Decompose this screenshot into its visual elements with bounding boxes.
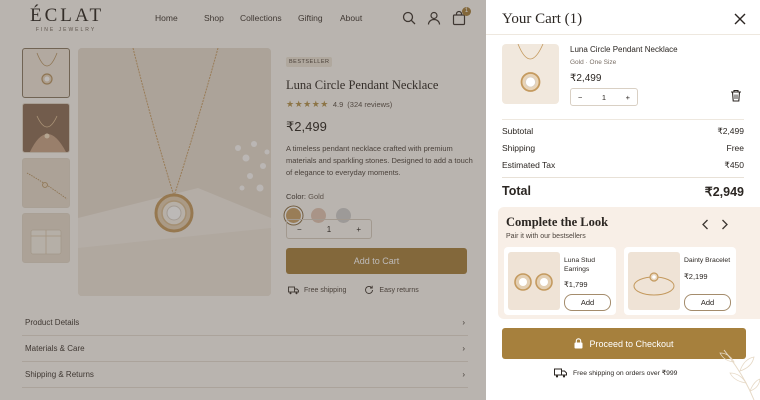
add-earrings-button[interactable]: Add xyxy=(564,294,611,311)
shipping-label: Shipping xyxy=(502,143,536,153)
quantity-value: 1 xyxy=(601,92,607,102)
divider xyxy=(502,177,744,178)
bracelet-image xyxy=(628,252,680,310)
cart-title: Your Cart (1) xyxy=(502,11,583,27)
leaf-decoration-icon xyxy=(719,349,760,400)
proceed-to-checkout-button[interactable]: Proceed to Checkout xyxy=(502,328,746,359)
total-row: Total ₹2,949 xyxy=(502,184,744,199)
increase-quantity-button[interactable]: + xyxy=(626,93,630,102)
recommendation-price: ₹1,799 xyxy=(564,280,588,289)
tax-label: Estimated Tax xyxy=(502,160,556,170)
free-shipping-note: Free shipping on orders over ₹999 xyxy=(554,368,677,378)
recommendation-card[interactable]: Dainty Bracelet ₹2,199 Add xyxy=(624,247,736,315)
total-value: ₹2,949 xyxy=(704,185,744,199)
recommendation-price: ₹2,199 xyxy=(684,272,708,281)
checkout-label: Proceed to Checkout xyxy=(589,338,674,349)
subtotal-value: ₹2,499 xyxy=(717,126,744,136)
cart-item-variant: Gold · One Size xyxy=(570,59,616,66)
free-shipping-text: Free shipping on orders over ₹999 xyxy=(573,370,678,377)
variant-size: One Size xyxy=(589,59,617,66)
complete-the-look-panel: Complete the Look Pair it with our bests… xyxy=(498,207,760,319)
truck-icon xyxy=(554,368,567,378)
cart-drawer: Your Cart (1) Luna Circle Pendant Neckla… xyxy=(486,0,760,400)
total-label: Total xyxy=(502,184,531,198)
shipping-value: Free xyxy=(726,143,744,153)
cart-item-image xyxy=(502,44,559,104)
lock-icon xyxy=(574,338,583,349)
recommendation-name: Dainty Bracelet xyxy=(684,257,731,264)
complete-look-subtitle: Pair it with our bestsellers xyxy=(506,233,586,240)
subtotal-label: Subtotal xyxy=(502,126,534,136)
divider xyxy=(502,119,744,120)
recommendation-name: Luna Stud Earrings xyxy=(564,257,595,273)
chevron-left-icon[interactable] xyxy=(701,219,710,230)
divider xyxy=(486,34,760,35)
complete-look-title: Complete the Look xyxy=(506,215,609,229)
page-overlay[interactable] xyxy=(0,0,486,400)
trash-icon[interactable] xyxy=(730,89,742,102)
recommendation-card[interactable]: Luna Stud Earrings ₹1,799 Add xyxy=(504,247,616,315)
chevron-right-icon[interactable] xyxy=(720,219,729,230)
variant-color: Gold xyxy=(570,59,584,66)
add-bracelet-button[interactable]: Add xyxy=(684,294,731,311)
close-icon[interactable] xyxy=(734,13,746,25)
cart-item-quantity-stepper: − 1 + xyxy=(570,88,638,106)
cart-item-price: ₹2,499 xyxy=(570,73,602,84)
earrings-image xyxy=(508,252,560,310)
cart-item-name[interactable]: Luna Circle Pendant Necklace xyxy=(570,45,678,54)
tax-row: Estimated Tax ₹450 xyxy=(502,160,744,171)
tax-value: ₹450 xyxy=(724,160,744,170)
shipping-row: Shipping Free xyxy=(502,143,744,153)
subtotal-row: Subtotal ₹2,499 xyxy=(502,126,744,137)
decrease-quantity-button[interactable]: − xyxy=(578,93,582,102)
